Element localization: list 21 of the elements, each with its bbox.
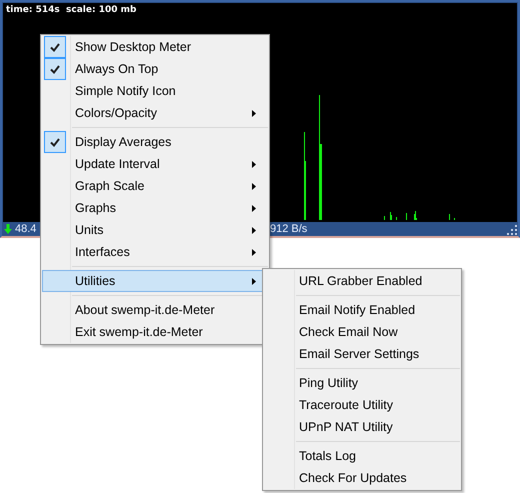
menu-item[interactable]: Graph Scale	[42, 175, 268, 197]
graph-header: time: 514s scale: 100 mb	[6, 5, 136, 15]
menu-item[interactable]: Traceroute Utility	[264, 394, 460, 416]
menu-item[interactable]: Colors/Opacity	[42, 102, 268, 124]
menu-item[interactable]: Update Interval	[42, 153, 268, 175]
menu-item[interactable]: Interfaces	[42, 241, 268, 263]
menu-item[interactable]: Graphs	[42, 197, 268, 219]
download-rate: 48.4	[15, 223, 36, 235]
download-arrow-icon	[4, 224, 12, 234]
resize-grip-icon[interactable]	[507, 225, 517, 235]
menu-item[interactable]: Ping Utility	[264, 372, 460, 394]
menu-item[interactable]: UPnP NAT Utility	[264, 416, 460, 438]
menu-item[interactable]: Email Server Settings	[264, 343, 460, 365]
menu-item[interactable]: Simple Notify Icon	[42, 80, 268, 102]
menu-item[interactable]: Check For Updates	[264, 467, 460, 489]
menu-item[interactable]: Show Desktop Meter	[42, 36, 268, 58]
menu-item[interactable]: Always On Top	[42, 58, 268, 80]
menu-item[interactable]: Totals Log	[264, 445, 460, 467]
upload-rate: 912 B/s	[270, 222, 308, 236]
menu-item[interactable]: Display Averages	[42, 131, 268, 153]
menu-item[interactable]: Units	[42, 219, 268, 241]
